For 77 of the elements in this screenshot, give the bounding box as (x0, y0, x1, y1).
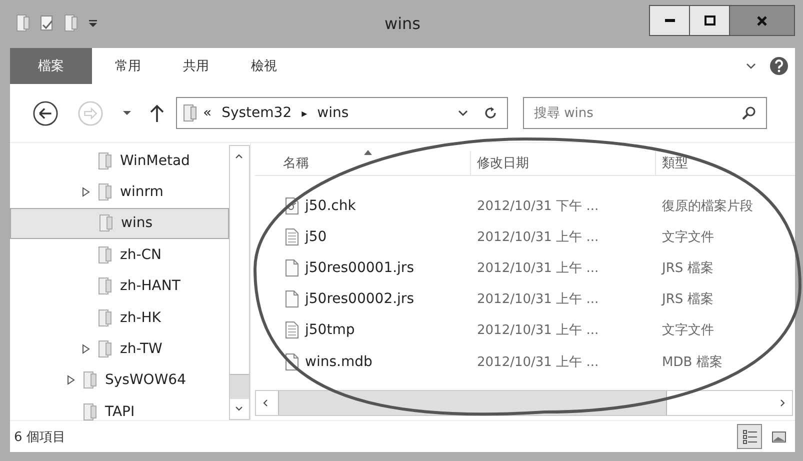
text-file-icon (285, 228, 299, 246)
file-type: JRS 檔案 (662, 260, 714, 277)
file-name[interactable]: wins.mdb (305, 354, 372, 370)
file-name[interactable]: j50res00002.jrs (305, 291, 414, 308)
minimize-button[interactable] (649, 5, 690, 36)
expand-arrow-icon[interactable] (82, 343, 92, 356)
address-bar[interactable]: « System32 ▸ wins (176, 97, 508, 129)
column-header[interactable]: 類型 (656, 151, 795, 175)
image-icon (770, 428, 786, 444)
up-arrow-icon[interactable] (150, 103, 164, 123)
ribbon-tab[interactable]: 檔案 (10, 48, 92, 84)
file-icon (285, 290, 299, 308)
file-name[interactable]: j50.chk (305, 198, 356, 214)
expand-arrow-icon[interactable] (67, 374, 77, 386)
sort-arrow-icon (363, 149, 373, 155)
modified-date: 2012/10/31 上午 ... (477, 260, 599, 277)
file-name[interactable]: j50 (305, 228, 327, 245)
tree-item[interactable]: wins (10, 208, 229, 240)
file-type: 文字文件 (662, 322, 714, 340)
column-header[interactable]: 修改日期 (471, 151, 656, 175)
close-button[interactable] (729, 5, 795, 36)
overflow-chevron[interactable]: « (203, 105, 212, 121)
search-field[interactable]: 搜尋 wins (523, 97, 767, 129)
scrollbar-thumb[interactable] (230, 374, 249, 399)
breadcrumb-separator[interactable]: ▸ (302, 106, 308, 120)
tree-item[interactable]: zh-CN (10, 239, 229, 271)
item-count: 6 個項目 (14, 428, 66, 446)
refresh-icon[interactable] (483, 105, 499, 121)
modified-date: 2012/10/31 上午 ... (477, 228, 599, 246)
back-icon[interactable] (32, 100, 59, 126)
folder-icon (98, 277, 112, 296)
tree-item[interactable]: zh-HK (10, 302, 229, 334)
modified-date: 2012/10/31 下午 ... (477, 198, 599, 215)
expand-arrow-icon[interactable] (82, 186, 92, 198)
file-type: MDB 檔案 (662, 354, 722, 371)
maximize-icon (702, 14, 716, 28)
file-type: JRS 檔案 (662, 291, 714, 308)
tree-item[interactable]: TAPI (10, 396, 229, 428)
minimize-icon (664, 19, 674, 22)
details-view-button[interactable] (737, 424, 762, 449)
modified-date: 2012/10/31 上午 ... (477, 354, 599, 371)
horizontal-scrollbar[interactable] (255, 390, 793, 416)
modified-date: 2012/10/31 上午 ... (477, 322, 599, 340)
folder-icon (98, 152, 112, 170)
close-icon (755, 14, 769, 28)
search-icon[interactable] (741, 105, 757, 121)
column-header[interactable]: 名稱 (255, 151, 471, 175)
customize-icon[interactable] (88, 18, 98, 28)
recent-caret-icon[interactable] (122, 108, 132, 118)
folder-icon (99, 214, 113, 232)
tree-item[interactable]: zh-HANT (10, 270, 229, 302)
folder-icon (98, 308, 112, 327)
file-name[interactable]: j50res00001.jrs (305, 260, 414, 276)
folder-icon (98, 183, 112, 202)
help-icon[interactable] (769, 56, 789, 76)
window-title: wins (383, 14, 422, 33)
details-view-icon (742, 428, 758, 444)
file-name[interactable]: j50tmp (305, 322, 355, 338)
folder-icon (98, 246, 112, 264)
vertical-scrollbar[interactable] (229, 145, 250, 420)
text-file-icon (285, 321, 299, 340)
modified-date: 2012/10/31 上午 ... (477, 291, 599, 308)
maximize-button[interactable] (689, 5, 730, 36)
tree-item[interactable]: zh-TW (10, 333, 229, 365)
breadcrumb-item[interactable]: System32 (222, 105, 292, 121)
breadcrumb-item[interactable]: wins (317, 105, 349, 121)
scrollbar-thumb[interactable] (278, 391, 667, 415)
folder-icon (98, 340, 112, 358)
file-icon (285, 258, 299, 277)
tree-item[interactable]: winrm (10, 176, 229, 208)
folder-icon (183, 104, 197, 122)
file-type: 文字文件 (662, 228, 714, 246)
folder-icon (83, 371, 97, 390)
tree-item[interactable]: WinMetad (10, 145, 229, 176)
tree-item[interactable]: SysWOW64 (10, 364, 229, 396)
file-type: 復原的檔案片段 (662, 198, 753, 215)
properties-icon[interactable] (40, 14, 54, 32)
